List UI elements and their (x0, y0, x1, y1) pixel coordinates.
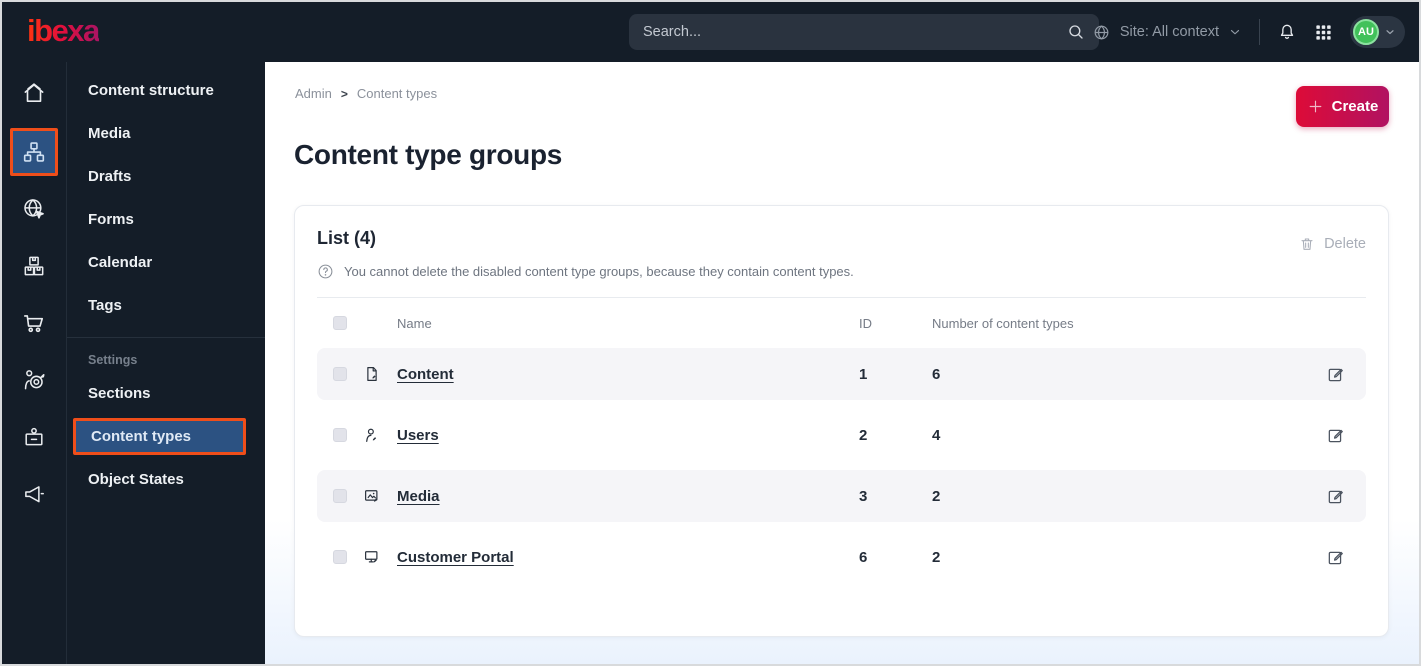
plus-icon (1307, 98, 1324, 115)
group-link-media[interactable]: Media (397, 488, 843, 505)
breadcrumb: Admin > Content types (295, 86, 437, 101)
global-search[interactable] (629, 14, 1099, 50)
edit-button[interactable] (1326, 425, 1350, 445)
person-target-icon (21, 367, 47, 393)
app-grid-icon[interactable] (1314, 23, 1333, 42)
group-id: 2 (859, 426, 868, 444)
monitor-icon (363, 548, 381, 566)
home-icon (21, 80, 47, 106)
site-context-dropdown[interactable]: Site: All context (1092, 23, 1242, 42)
column-header-name: Name (397, 315, 432, 331)
file-icon (363, 365, 381, 383)
group-id: 1 (859, 365, 868, 383)
sidebar-item-object-states[interactable]: Object States (67, 458, 265, 501)
group-link-customer-portal[interactable]: Customer Portal (397, 549, 843, 566)
search-icon[interactable] (1067, 23, 1085, 41)
group-count: 6 (932, 365, 941, 383)
icon-rail (2, 62, 67, 664)
topbar: ibexa Site: All context AU (2, 2, 1419, 62)
table-row: Customer Portal 6 2 (317, 531, 1366, 583)
chevron-down-icon (1228, 25, 1242, 39)
badge-icon (21, 424, 47, 450)
megaphone-icon (21, 481, 47, 507)
table-header: Name ID Number of content types (317, 298, 1366, 348)
site-context-label: Site: All context (1119, 24, 1219, 40)
edit-button[interactable] (1326, 364, 1350, 384)
breadcrumb-content-types: Content types (356, 86, 438, 101)
sidebar: Content structure Media Drafts Forms Cal… (67, 62, 265, 664)
page-title: Content type groups (294, 139, 563, 170)
row-checkbox[interactable] (333, 550, 347, 564)
cart-icon (21, 310, 47, 336)
edit-button[interactable] (1326, 547, 1350, 567)
sidebar-item-calendar[interactable]: Calendar (67, 241, 265, 284)
rail-item-personalization[interactable] (12, 358, 56, 402)
sitemap-icon (21, 139, 47, 165)
sidebar-item-media[interactable]: Media (67, 112, 265, 155)
user-icon (363, 426, 381, 444)
sidebar-item-content-types[interactable]: Content types (73, 418, 246, 455)
boxes-icon (21, 253, 47, 279)
table-row: Users 2 4 (317, 409, 1366, 461)
edit-button[interactable] (1326, 486, 1350, 506)
rail-item-admin[interactable] (12, 415, 56, 459)
column-header-count: Number of content types (932, 315, 1074, 331)
group-count: 4 (932, 426, 941, 444)
rail-item-commerce[interactable] (12, 301, 56, 345)
column-header-id: ID (859, 315, 872, 331)
delete-button-label: Delete (1324, 236, 1366, 252)
rail-item-site[interactable] (12, 187, 56, 231)
sidebar-section-settings: Settings (88, 353, 138, 367)
group-link-content[interactable]: Content (397, 366, 843, 383)
sidebar-item-sections[interactable]: Sections (67, 372, 265, 415)
user-menu[interactable]: AU (1350, 16, 1405, 48)
group-link-users[interactable]: Users (397, 427, 843, 444)
content-type-groups-card: List (4) Delete You cannot delete the di… (294, 205, 1389, 637)
image-icon (363, 487, 381, 505)
sidebar-item-forms[interactable]: Forms (67, 198, 265, 241)
question-circle-icon (317, 263, 334, 280)
select-all-checkbox[interactable] (333, 316, 347, 330)
rail-item-marketing[interactable] (12, 472, 56, 516)
breadcrumb-separator: > (340, 86, 348, 101)
help-text: You cannot delete the disabled content t… (344, 264, 854, 279)
breadcrumb-admin[interactable]: Admin (295, 86, 332, 101)
group-id: 6 (859, 548, 868, 566)
group-count: 2 (932, 487, 941, 505)
row-checkbox[interactable] (333, 428, 347, 442)
row-checkbox[interactable] (333, 367, 347, 381)
list-title: List (4) (317, 228, 377, 248)
rail-item-content-structure[interactable] (10, 128, 58, 176)
avatar: AU (1353, 19, 1379, 45)
rail-item-products[interactable] (12, 244, 56, 288)
notifications-bell-icon[interactable] (1277, 22, 1297, 42)
topbar-divider (1259, 19, 1260, 45)
group-count: 2 (932, 548, 941, 566)
main-content: Admin > Content types Create Content typ… (265, 62, 1419, 664)
row-checkbox[interactable] (333, 489, 347, 503)
search-input[interactable] (643, 24, 1067, 40)
sidebar-item-drafts[interactable]: Drafts (67, 155, 265, 198)
create-button[interactable]: Create (1296, 86, 1389, 127)
ibexa-logo[interactable]: ibexa (27, 13, 100, 49)
delete-button[interactable]: Delete (1299, 236, 1366, 252)
table-row: Media 3 2 (317, 470, 1366, 522)
topbar-right-group: Site: All context AU (1092, 2, 1405, 62)
trash-icon (1299, 236, 1315, 252)
sidebar-item-content-structure[interactable]: Content structure (67, 69, 265, 112)
globe-pointer-icon (21, 196, 47, 222)
globe-icon (1092, 23, 1111, 42)
help-message: You cannot delete the disabled content t… (317, 263, 1366, 280)
sidebar-item-tags[interactable]: Tags (67, 284, 265, 327)
rail-item-dashboard[interactable] (12, 71, 56, 115)
create-button-label: Create (1331, 98, 1379, 115)
group-id: 3 (859, 487, 868, 505)
table-row: Content 1 6 (317, 348, 1366, 400)
chevron-down-icon (1384, 26, 1396, 38)
